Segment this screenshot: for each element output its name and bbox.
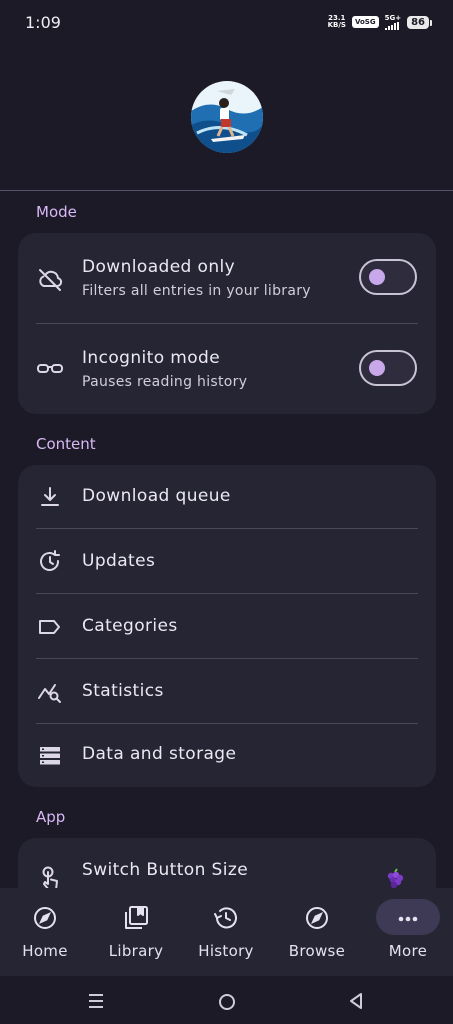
updates-row[interactable]: Updates xyxy=(18,529,436,594)
glasses-icon xyxy=(36,355,64,383)
section-title-content: Content xyxy=(36,435,96,453)
nav-label-home: Home xyxy=(22,942,68,960)
status-bar: 1:09 23.1 KB/S VoSG 5G+ 86 xyxy=(0,0,453,44)
library-icon xyxy=(122,904,150,932)
nav-item-more[interactable]: More xyxy=(363,888,453,976)
incognito-switch[interactable] xyxy=(359,350,417,386)
downloaded-only-row[interactable]: Downloaded only Filters all entries in y… xyxy=(18,233,436,323)
signal-label: 5G+ xyxy=(384,14,402,22)
cloud-off-icon xyxy=(36,265,64,293)
nav-label-more: More xyxy=(388,942,428,960)
statistics-label: Statistics xyxy=(82,681,164,701)
updates-icon xyxy=(36,548,64,576)
home-circle-icon[interactable] xyxy=(218,993,236,1011)
back-triangle-icon[interactable] xyxy=(348,992,364,1010)
bottom-navigation: Home Library History Browse More xyxy=(0,888,453,976)
nav-label-browse: Browse xyxy=(288,942,346,960)
label-icon xyxy=(36,613,64,641)
mode-card: Downloaded only Filters all entries in y… xyxy=(18,233,436,414)
incognito-row[interactable]: Incognito mode Pauses reading history xyxy=(18,324,436,414)
status-icons: 23.1 KB/S VoSG 5G+ 86 xyxy=(328,14,432,30)
section-title-app: App xyxy=(36,808,66,826)
nav-item-history[interactable]: History xyxy=(181,888,271,976)
categories-row[interactable]: Categories xyxy=(18,594,436,659)
status-time: 1:09 xyxy=(25,13,61,32)
nav-label-history: History xyxy=(198,942,254,960)
downloaded-only-title: Downloaded only xyxy=(82,257,236,277)
volte-badge: VoSG xyxy=(351,16,379,28)
more-dots-icon xyxy=(394,904,422,932)
download-queue-label: Download queue xyxy=(82,486,231,506)
incognito-title: Incognito mode xyxy=(82,348,221,368)
nav-item-browse[interactable]: Browse xyxy=(272,888,362,976)
storage-icon xyxy=(36,742,64,770)
downloaded-only-switch[interactable] xyxy=(359,259,417,295)
download-queue-row[interactable]: Download queue xyxy=(18,465,436,529)
content-card: Download queue Updates Categories Statis… xyxy=(18,465,436,787)
data-storage-row[interactable]: Data and storage xyxy=(18,724,436,787)
header-divider xyxy=(0,190,453,191)
section-title-mode: Mode xyxy=(36,203,77,221)
download-icon xyxy=(36,483,64,511)
incognito-subtitle: Pauses reading history xyxy=(82,374,248,390)
battery-icon: 86 xyxy=(407,15,432,29)
history-icon xyxy=(212,904,240,932)
statistics-row[interactable]: Statistics xyxy=(18,659,436,724)
compass-icon xyxy=(303,904,331,932)
downloaded-only-subtitle: Filters all entries in your library xyxy=(82,283,311,299)
signal-icon: 5G+ xyxy=(384,14,402,30)
net-speed: 23.1 KB/S xyxy=(328,15,346,29)
system-navigation-bar xyxy=(0,976,453,1024)
switch-button-size-label: Switch Button Size xyxy=(82,860,249,880)
compass-icon xyxy=(31,904,59,932)
nav-label-library: Library xyxy=(108,942,164,960)
updates-label: Updates xyxy=(82,551,156,571)
categories-label: Categories xyxy=(82,616,178,636)
nav-item-library[interactable]: Library xyxy=(91,888,181,976)
data-storage-label: Data and storage xyxy=(82,744,237,764)
nav-item-home[interactable]: Home xyxy=(0,888,90,976)
switch-knob xyxy=(369,360,385,376)
query-stats-icon xyxy=(36,678,64,706)
net-speed-unit: KB/S xyxy=(327,21,346,29)
grapes-fruit-icon xyxy=(384,868,406,890)
switch-knob xyxy=(369,269,385,285)
recents-menu-icon[interactable] xyxy=(87,993,105,1009)
app-logo-avatar xyxy=(191,81,263,153)
